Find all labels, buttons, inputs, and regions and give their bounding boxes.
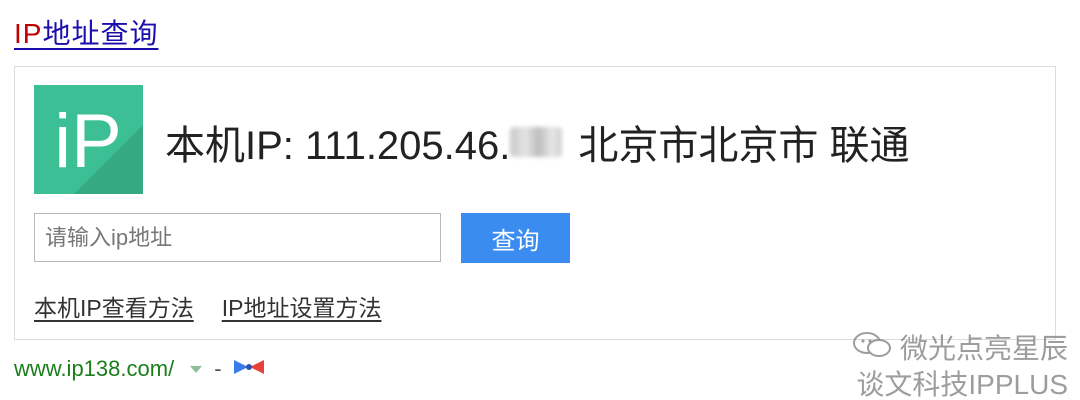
ip-location-text: 北京市北京市 联通: [578, 124, 910, 168]
ip-lookup-card: iP 本机IP: 111.205.46. 北京市北京市 联通 查询 本机IP查看…: [14, 66, 1056, 340]
logo-text: iP: [54, 99, 122, 184]
title-highlight: IP: [14, 18, 43, 49]
search-result-page: IP地址查询 iP 本机IP: 111.205.46. 北京市北京市 联通 查询…: [0, 0, 1080, 400]
ip-address-text: 本机IP: 111.205.46.: [165, 124, 511, 168]
result-title-link[interactable]: IP地址查询: [14, 12, 158, 52]
ip-mask-blur: [510, 127, 563, 157]
query-button[interactable]: 查询: [461, 213, 570, 263]
watermark-row-1: 微光点亮星辰: [852, 330, 1068, 368]
ip-info-line: 本机IP: 111.205.46. 北京市北京市 联通: [165, 113, 910, 171]
help-links: 本机IP查看方法 IP地址设置方法: [34, 289, 381, 323]
chevron-down-icon[interactable]: [190, 365, 203, 373]
watermark-line-2: 谈文科技IPPLUS: [856, 369, 1068, 400]
source-url-line: www.ip138.com/ -: [14, 356, 266, 382]
title-rest: 地址查询: [42, 18, 159, 49]
ip-logo-icon: iP: [34, 85, 143, 194]
ip-settings-help-link[interactable]: IP地址设置方法: [222, 289, 382, 323]
url-separator: -: [214, 356, 222, 381]
bow-icon[interactable]: [232, 356, 266, 382]
watermark-row-2: 谈文科技IPPLUS: [852, 368, 1068, 400]
watermark-line-1: 微光点亮星辰: [899, 333, 1068, 364]
local-ip-help-link[interactable]: 本机IP查看方法: [34, 289, 194, 323]
watermark: 微光点亮星辰 谈文科技IPPLUS: [852, 330, 1068, 400]
source-url[interactable]: www.ip138.com/: [14, 356, 174, 382]
ip-search-input[interactable]: [34, 213, 441, 262]
wechat-icon: [852, 330, 892, 368]
